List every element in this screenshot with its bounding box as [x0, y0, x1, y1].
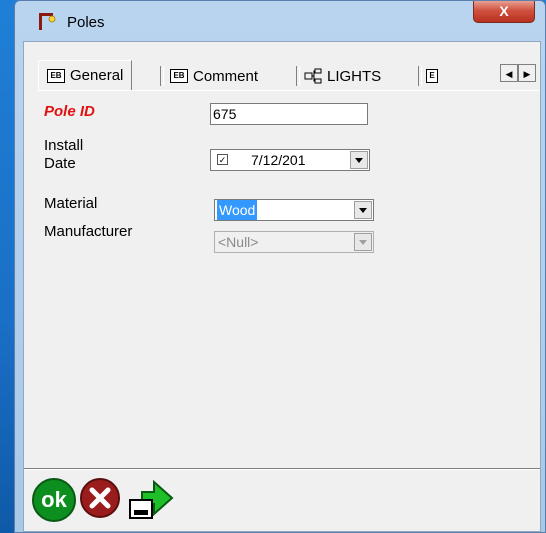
chevron-down-icon[interactable]: [354, 201, 372, 219]
form-icon: EB: [170, 69, 188, 83]
install-date-label-line1: Install: [44, 137, 84, 154]
close-icon: [89, 487, 111, 509]
tab-scroll-arrows: ◀ ▶: [500, 64, 536, 82]
close-button[interactable]: X: [473, 1, 535, 23]
poles-window: Poles X EB General EB Comment LIGHTS E ◀…: [14, 0, 546, 533]
tab-general[interactable]: EB General: [38, 60, 133, 90]
tree-icon: [304, 68, 322, 84]
ok-label: ok: [41, 487, 67, 512]
form-icon: E: [426, 69, 438, 83]
chevron-down-icon[interactable]: [350, 151, 368, 169]
install-date-picker[interactable]: ✓ 7/12/201: [210, 149, 370, 171]
pole-id-value: 675: [213, 106, 237, 122]
manufacturer-value: <Null>: [218, 234, 259, 250]
chevron-down-icon: [354, 233, 372, 251]
footer-separator: [24, 468, 540, 470]
install-date-checkbox[interactable]: ✓: [217, 154, 228, 165]
close-icon: X: [499, 3, 509, 19]
form-icon: EB: [47, 68, 65, 83]
cancel-button[interactable]: [80, 478, 120, 518]
install-date-value: 7/12/201: [251, 152, 306, 168]
tab-separator: [160, 66, 164, 86]
window-title: Poles: [67, 14, 105, 31]
tab-separator: [418, 66, 422, 86]
tab-strip: EB General EB Comment LIGHTS E ◀ ▶: [38, 60, 540, 90]
general-tab-panel: Pole ID 675 Install Date ✓ 7/12/201 Mate…: [38, 90, 540, 475]
tab-comment[interactable]: EB Comment: [170, 64, 258, 88]
tab-general-label: General: [70, 67, 124, 84]
ok-button[interactable]: ok: [32, 478, 76, 522]
pole-id-input[interactable]: 675: [210, 103, 368, 125]
tab-comment-label: Comment: [193, 67, 259, 85]
tab-next-partial[interactable]: E: [426, 64, 438, 88]
tab-lights[interactable]: LIGHTS: [304, 64, 381, 88]
pole-app-icon: [39, 13, 56, 30]
title-bar[interactable]: Poles X: [15, 1, 545, 41]
tab-scroll-left-button[interactable]: ◀: [500, 64, 518, 82]
material-label: Material: [44, 195, 98, 212]
tab-scroll-right-button[interactable]: ▶: [518, 64, 536, 82]
tab-separator: [296, 66, 300, 86]
export-button[interactable]: [128, 478, 174, 519]
export-arrow-icon: [129, 479, 174, 519]
pole-id-label: Pole ID: [44, 103, 95, 120]
form-client-area: EB General EB Comment LIGHTS E ◀ ▶ Pole …: [23, 41, 541, 532]
material-value: Wood: [217, 200, 258, 220]
manufacturer-label: Manufacturer: [44, 223, 133, 240]
install-date-label-line2: Date: [44, 155, 76, 172]
tab-lights-label: LIGHTS: [327, 67, 382, 85]
manufacturer-select: <Null>: [214, 231, 374, 253]
material-select[interactable]: Wood: [214, 199, 374, 221]
